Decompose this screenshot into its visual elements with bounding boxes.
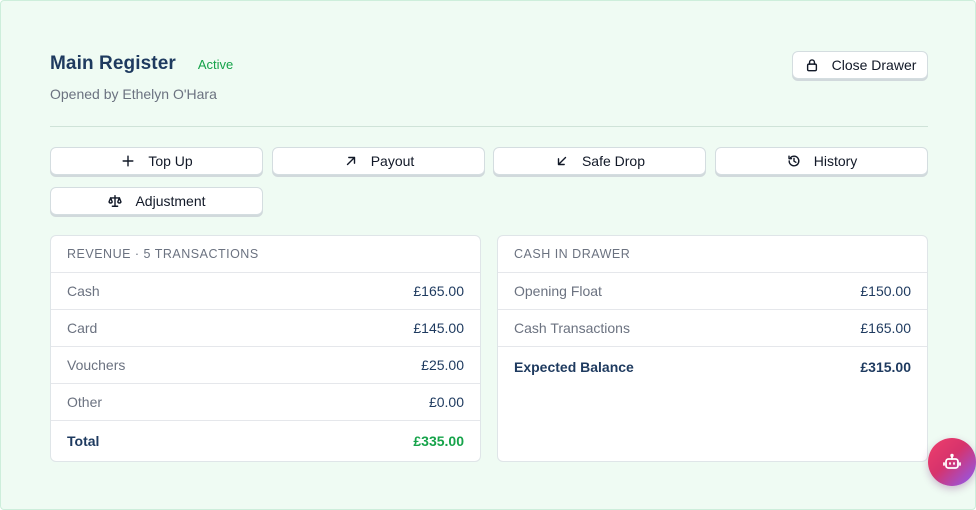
revenue-heading: REVENUE · 5 TRANSACTIONS <box>51 236 480 273</box>
register-header: Main Register Active Opened by Ethelyn O… <box>50 53 233 102</box>
expected-balance-label: Expected Balance <box>514 359 634 375</box>
register-title: Main Register <box>50 53 176 74</box>
cash-heading: CASH IN DRAWER <box>498 236 927 273</box>
lock-icon <box>804 57 820 73</box>
register-panel: Main Register Active Opened by Ethelyn O… <box>0 0 976 510</box>
revenue-value: £145.00 <box>413 320 464 336</box>
payout-button[interactable]: Payout <box>272 147 485 175</box>
safe-drop-label: Safe Drop <box>581 153 646 169</box>
revenue-label: Vouchers <box>67 357 126 373</box>
cash-label: Cash Transactions <box>514 320 630 336</box>
top-up-label: Top Up <box>148 153 193 169</box>
expected-balance-value: £315.00 <box>860 359 911 375</box>
history-button[interactable]: History <box>715 147 928 175</box>
revenue-value: £165.00 <box>413 283 464 299</box>
total-label: Total <box>67 433 100 449</box>
close-drawer-label: Close Drawer <box>831 57 917 73</box>
scale-icon <box>107 193 123 209</box>
adjustment-label: Adjustment <box>135 193 206 209</box>
revenue-value: £25.00 <box>421 357 464 373</box>
top-up-button[interactable]: Top Up <box>50 147 263 175</box>
revenue-label: Other <box>67 394 103 410</box>
revenue-total-row: Total £335.00 <box>51 421 480 461</box>
status-badge: Active <box>197 56 234 72</box>
history-icon <box>786 153 802 169</box>
total-value: £335.00 <box>413 433 464 449</box>
cash-row-transactions: Cash Transactions £165.00 <box>498 310 927 347</box>
revenue-row-card: Card £145.00 <box>51 310 480 347</box>
opened-by-text: Opened by Ethelyn O'Hara <box>50 86 217 102</box>
revenue-value: £0.00 <box>428 394 464 410</box>
payout-label: Payout <box>370 153 415 169</box>
revenue-row-cash: Cash £165.00 <box>51 273 480 310</box>
arrow-up-right-icon <box>343 153 359 169</box>
cash-row-opening-float: Opening Float £150.00 <box>498 273 927 310</box>
arrow-down-left-icon <box>554 153 570 169</box>
revenue-label: Cash <box>67 283 100 299</box>
expected-balance-row: Expected Balance £315.00 <box>498 347 927 387</box>
assistant-button[interactable] <box>928 438 976 486</box>
revenue-row-vouchers: Vouchers £25.00 <box>51 347 480 384</box>
cash-in-drawer-card: CASH IN DRAWER Opening Float £150.00 Cas… <box>497 235 928 462</box>
cash-value: £165.00 <box>860 320 911 336</box>
cash-value: £150.00 <box>860 283 911 299</box>
revenue-card: REVENUE · 5 TRANSACTIONS Cash £165.00 Ca… <box>50 235 481 462</box>
safe-drop-button[interactable]: Safe Drop <box>493 147 706 175</box>
revenue-row-other: Other £0.00 <box>51 384 480 421</box>
history-label: History <box>813 153 858 169</box>
cash-label: Opening Float <box>514 283 602 299</box>
header-divider <box>50 126 928 127</box>
revenue-label: Card <box>67 320 98 336</box>
close-drawer-button[interactable]: Close Drawer <box>792 51 928 79</box>
robot-icon <box>942 452 962 472</box>
adjustment-button[interactable]: Adjustment <box>50 187 263 215</box>
plus-icon <box>120 153 136 169</box>
